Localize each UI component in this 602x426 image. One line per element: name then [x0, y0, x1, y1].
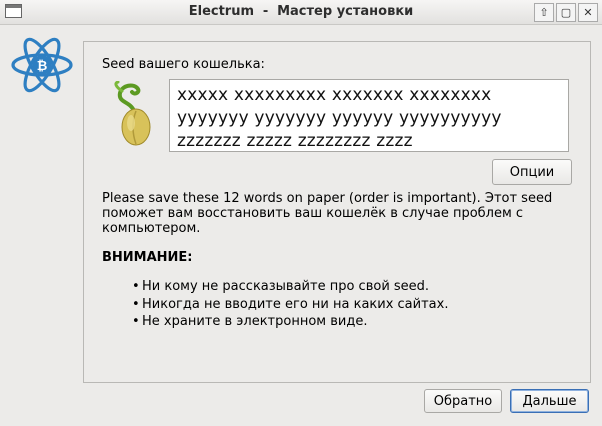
maximize-icon[interactable]: ▢ — [556, 3, 576, 22]
list-item: • Ни кому не рассказывайте про свой seed. — [132, 278, 448, 296]
window-title-separator: - — [262, 4, 269, 19]
seed-text[interactable]: xxxxx xxxxxxxxx xxxxxxx xxxxxxxx yyyyyyy… — [169, 79, 569, 152]
window-title-page: Мастер установки — [277, 4, 414, 19]
bullet-icon: • — [132, 296, 140, 312]
close-icon[interactable]: ✕ — [578, 3, 598, 22]
bullet-icon: • — [132, 279, 140, 294]
title-bar: Electrum - Мастер установки ⇧ ▢ ✕ — [0, 0, 602, 25]
seed-label: Seed вашего кошелька: — [102, 57, 265, 72]
options-button[interactable]: Опции — [492, 159, 572, 185]
seed-sprout-icon — [114, 81, 151, 146]
warning-title: ВНИМАНИЕ: — [102, 250, 193, 265]
svg-text:₿: ₿ — [37, 59, 48, 74]
seed-panel: Seed вашего кошелька: xxxxx xxxxxxxxx xx… — [83, 41, 591, 383]
window-title-app: Electrum — [188, 4, 255, 19]
list-item: • Никогда не вводите его ни на каких сайт… — [132, 296, 448, 314]
restore-icon[interactable]: ⇧ — [534, 3, 554, 22]
back-button[interactable]: Обратно — [424, 389, 502, 413]
bullet-icon: • — [132, 314, 140, 329]
window-title: Electrum - Мастер установки — [0, 4, 602, 19]
seed-info-text: Please save these 12 words on paper (ord… — [102, 191, 553, 236]
electrum-logo-icon: ₿ — [11, 37, 73, 93]
warning-list: • Ни кому не рассказывайте про свой seed.… — [132, 278, 448, 331]
warning-item-text: Ни кому не рассказывайте про свой seed. — [142, 279, 430, 294]
next-button[interactable]: Дальше — [510, 389, 589, 413]
warning-item-text: Никогда не вводите его ни на каких сайта… — [142, 296, 449, 312]
list-item: • Не храните в электронном виде. — [132, 313, 448, 331]
warning-item-text: Не храните в электронном виде. — [142, 314, 368, 329]
